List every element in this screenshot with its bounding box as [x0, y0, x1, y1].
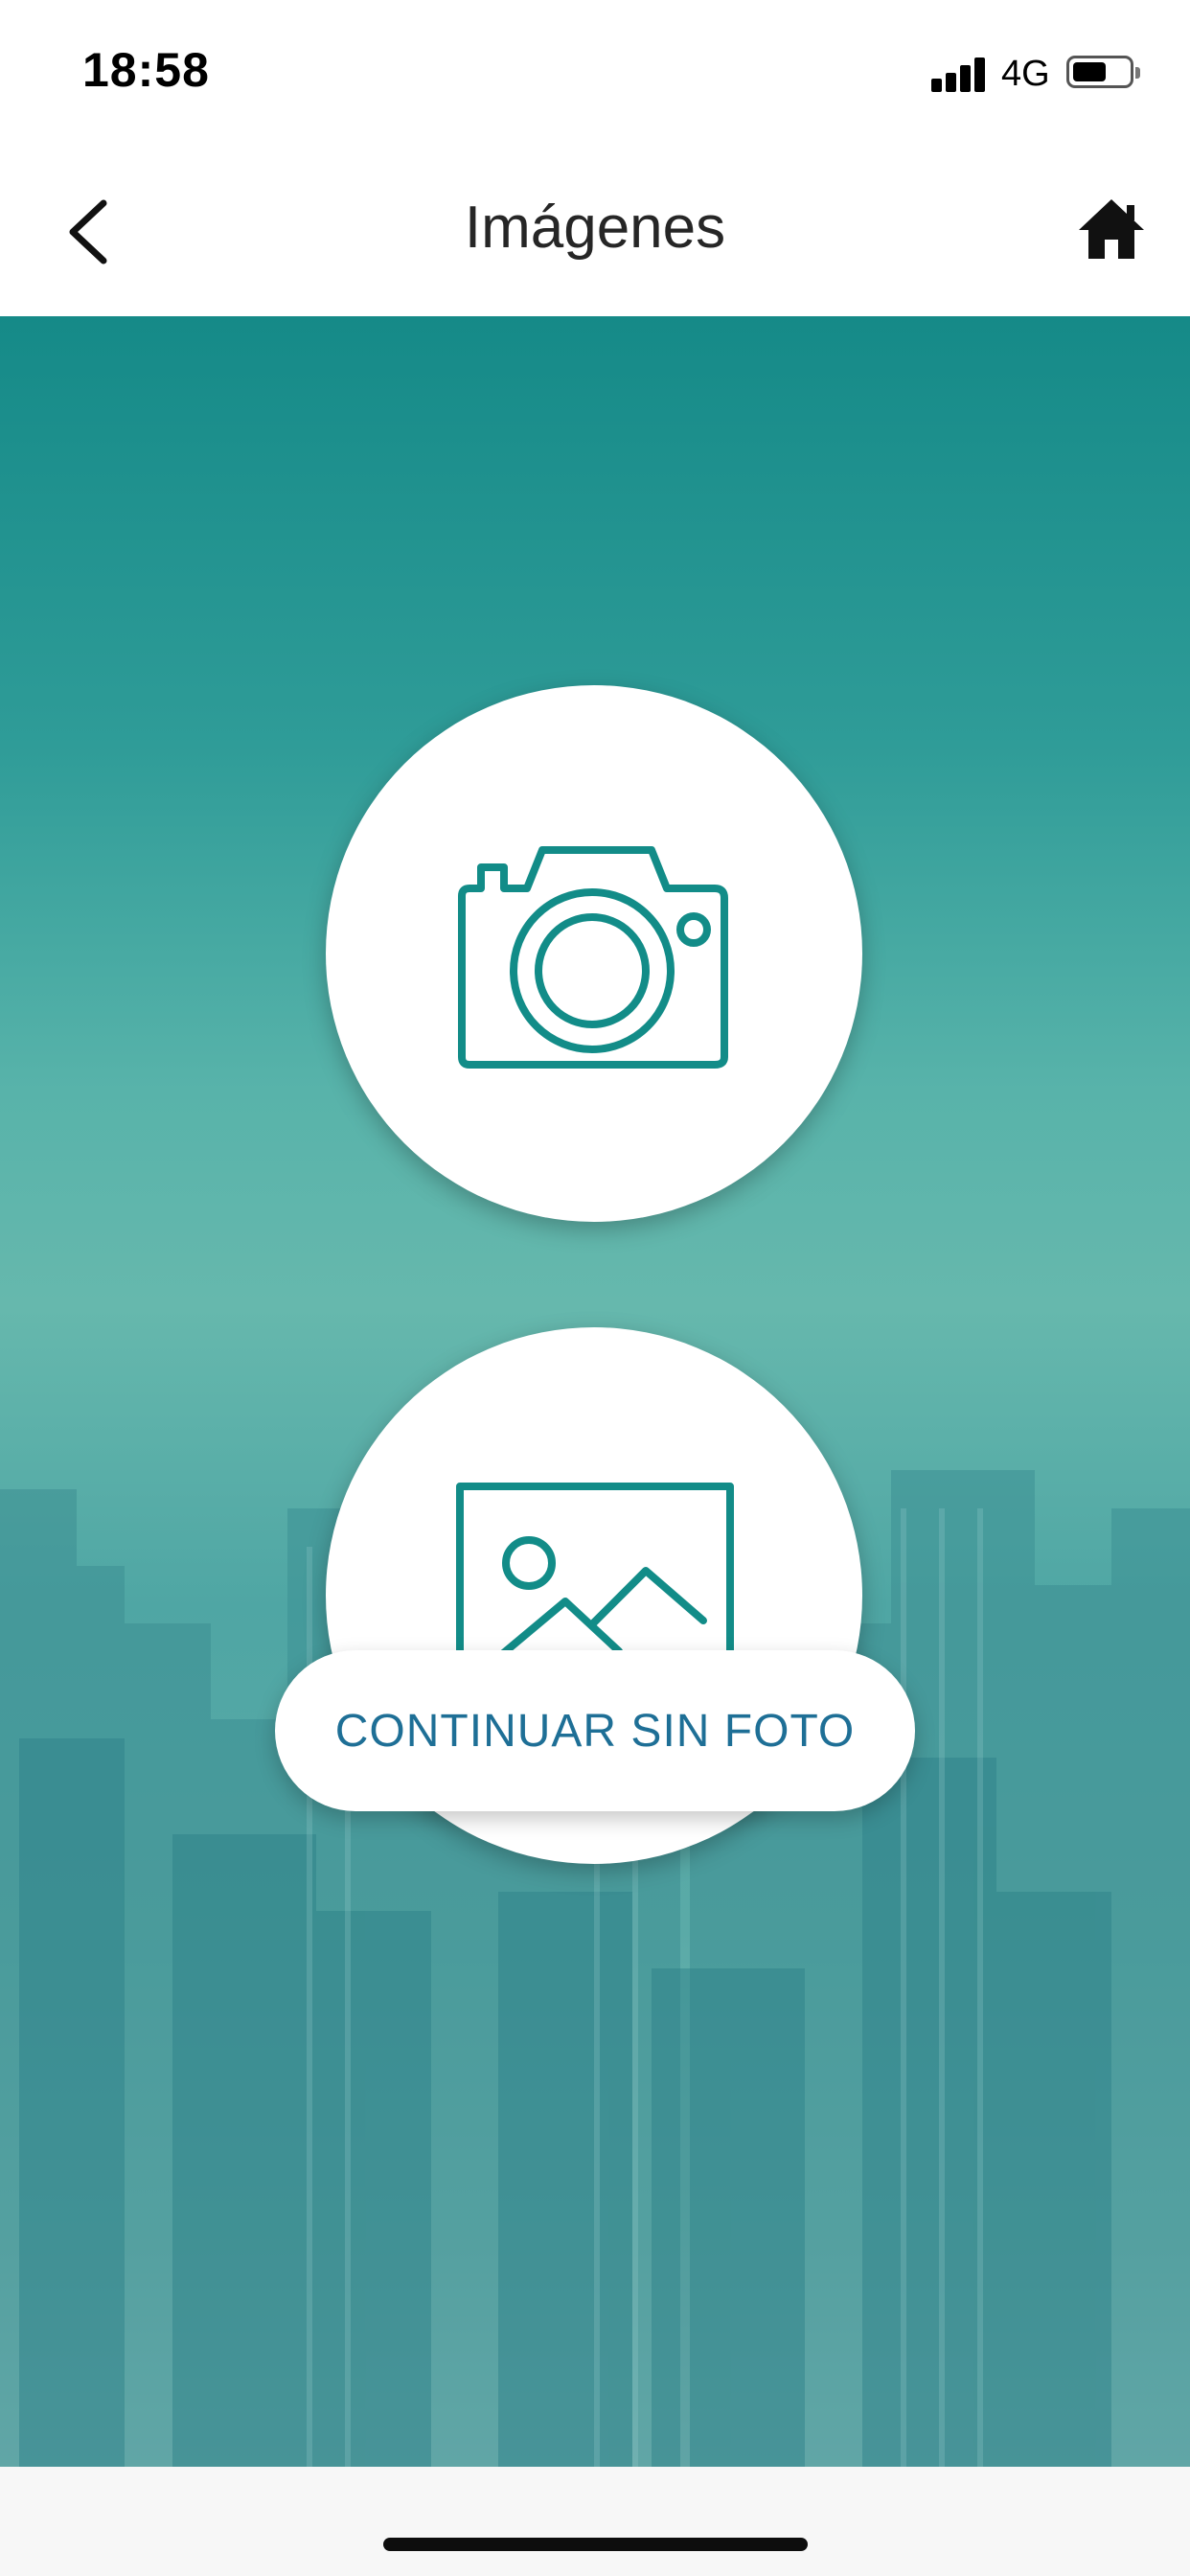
background-cityscape: CONTINUAR SIN FOTO: [0, 316, 1190, 2467]
home-indicator[interactable]: [383, 2538, 808, 2551]
page-title: Imágenes: [464, 195, 726, 261]
home-button[interactable]: [1073, 196, 1150, 263]
navigation-bar: Imágenes: [0, 144, 1190, 316]
cellular-signal-icon: [931, 54, 989, 92]
continue-without-photo-button[interactable]: CONTINUAR SIN FOTO: [275, 1650, 915, 1811]
home-icon: [1079, 199, 1144, 259]
take-photo-button[interactable]: [326, 685, 862, 1222]
bottom-safe-area: [0, 2467, 1190, 2576]
status-time: 18:58: [82, 43, 210, 97]
network-label: 4G: [1001, 54, 1050, 94]
status-bar: 18:58 4G: [0, 0, 1190, 144]
battery-icon: [1066, 56, 1140, 88]
continue-without-photo-label: CONTINUAR SIN FOTO: [334, 1705, 856, 1757]
camera-icon: [458, 846, 728, 1069]
